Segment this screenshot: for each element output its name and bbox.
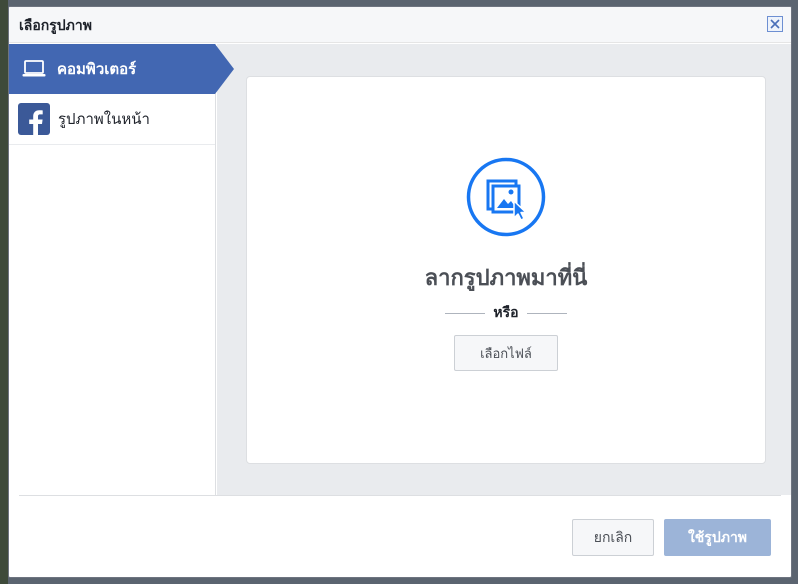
choose-file-button[interactable]: เลือกไฟล์ <box>454 335 558 371</box>
drop-zone-title: ลากรูปภาพมาที่นี่ <box>424 266 588 291</box>
dialog-title: เลือกรูปภาพ <box>19 18 92 34</box>
divider-line <box>526 312 567 314</box>
sidebar-item-label: คอมพิวเตอร์ <box>57 60 137 78</box>
cancel-button[interactable]: ยกเลิก <box>572 519 654 556</box>
page-backdrop <box>0 0 8 584</box>
or-label: หรือ <box>493 305 519 321</box>
close-button[interactable] <box>767 16 783 32</box>
divider-line <box>445 312 486 314</box>
close-icon <box>770 19 780 29</box>
laptop-icon <box>21 56 47 82</box>
choose-photo-dialog: เลือกรูปภาพ คอมพิวเตอร์ รูปภาพในหน้า ลาก… <box>8 6 792 578</box>
sidebar-item-computer[interactable]: คอมพิวเตอร์ <box>9 44 234 94</box>
dialog-header: เลือกรูปภาพ <box>9 7 791 43</box>
sidebar-item-label: รูปภาพในหน้า <box>58 110 150 128</box>
image-upload-icon <box>466 157 546 237</box>
source-sidebar: คอมพิวเตอร์ รูปภาพในหน้า <box>9 44 234 495</box>
facebook-icon <box>18 103 50 135</box>
sidebar-item-page-photos[interactable]: รูปภาพในหน้า <box>9 94 215 145</box>
use-photo-button[interactable]: ใช้รูปภาพ <box>664 519 771 556</box>
drop-zone[interactable]: ลากรูปภาพมาที่นี่ หรือ เลือกไฟล์ <box>246 76 766 464</box>
upload-content-area: ลากรูปภาพมาที่นี่ หรือ เลือกไฟล์ <box>217 44 791 495</box>
footer-divider <box>19 495 781 496</box>
or-divider: หรือ <box>247 302 765 324</box>
